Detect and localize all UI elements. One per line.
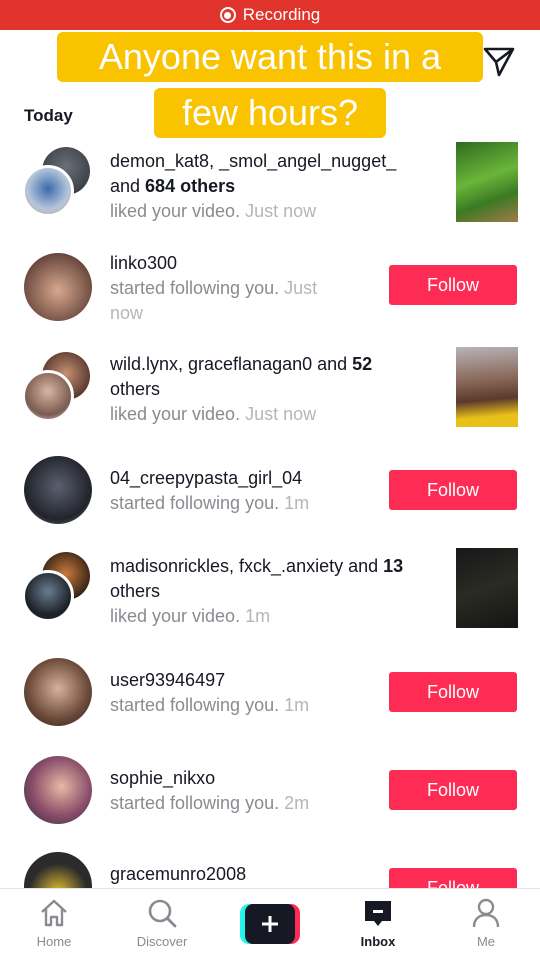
create-video-button[interactable] <box>240 904 300 944</box>
bottom-navigation: Home Discover Inbox Me <box>0 888 540 960</box>
list-item[interactable]: demon_kat8, _smol_angel_nugget_ and 684 … <box>0 142 540 232</box>
follow-button[interactable]: Follow <box>389 770 517 810</box>
timestamp: Just now <box>245 404 317 424</box>
search-icon <box>148 899 177 928</box>
follow-button[interactable]: Follow <box>389 868 517 888</box>
list-item[interactable]: madisonrickles, fxck_.anxiety and 13 oth… <box>0 548 540 638</box>
nav-inbox-label: Inbox <box>360 934 396 949</box>
avatar[interactable] <box>24 253 92 321</box>
list-item[interactable]: 04_creepypasta_girl_04 started following… <box>0 454 540 544</box>
video-thumbnail[interactable] <box>456 548 518 628</box>
notification-description: liked your video. <box>110 201 241 221</box>
nav-inbox[interactable]: Inbox <box>338 897 418 949</box>
avatar[interactable] <box>24 852 92 888</box>
notification-usernames[interactable]: 04_creepypasta_girl_04 <box>110 466 370 491</box>
caption-line-1: Anyone want this in a <box>0 32 540 82</box>
timestamp: Just now <box>245 201 317 221</box>
others-count: 684 others <box>145 176 236 196</box>
list-item[interactable]: linko300 started following you. Just now… <box>0 250 540 340</box>
follow-button[interactable]: Follow <box>389 265 517 305</box>
avatar[interactable] <box>24 658 92 726</box>
notification-usernames[interactable]: demon_kat8, _smol_angel_nugget_ <box>110 149 450 174</box>
timestamp: 2m <box>284 793 310 813</box>
video-thumbnail[interactable] <box>456 142 518 222</box>
others-count: 52 <box>352 354 373 374</box>
timestamp: 1m <box>284 695 310 715</box>
avatar-group[interactable] <box>22 552 94 624</box>
notification-usernames[interactable]: sophie_nikxo <box>110 766 370 791</box>
notification-description: liked your video. <box>110 606 241 626</box>
record-icon <box>219 7 236 23</box>
notification-usernames[interactable]: user93946497 <box>110 668 370 693</box>
list-item[interactable]: gracemunro2008 Follow <box>0 852 540 888</box>
plus-icon <box>262 916 278 932</box>
follow-button[interactable]: Follow <box>389 470 517 510</box>
nav-home[interactable]: Home <box>14 897 94 949</box>
avatar <box>22 165 74 217</box>
avatar[interactable] <box>24 456 92 524</box>
nav-me-label: Me <box>476 934 496 949</box>
notification-description: liked your video. <box>110 404 241 424</box>
home-icon <box>41 899 67 927</box>
list-item[interactable]: user93946497 started following you. 1m F… <box>0 656 540 746</box>
nav-home-label: Home <box>36 934 72 949</box>
inbox-icon <box>365 901 391 926</box>
timestamp: 1m <box>245 606 271 626</box>
profile-icon <box>472 898 500 928</box>
notification-usernames[interactable]: madisonrickles, fxck_.anxiety <box>110 556 343 576</box>
caption-line-2: few hours? <box>0 88 540 138</box>
timestamp: Just <box>284 278 318 298</box>
nav-discover[interactable]: Discover <box>122 897 202 949</box>
notification-usernames[interactable]: wild.lynx, graceflanagan0 <box>110 354 312 374</box>
follow-button[interactable]: Follow <box>389 672 517 712</box>
notification-description: started following you. <box>110 493 280 513</box>
notification-description: started following you. <box>110 793 280 813</box>
avatar <box>22 370 74 422</box>
nav-me[interactable]: Me <box>446 897 526 949</box>
notification-usernames[interactable]: linko300 <box>110 251 360 276</box>
notification-description: started following you. <box>110 695 280 715</box>
notification-usernames[interactable]: gracemunro2008 <box>110 862 370 887</box>
screen-recording-indicator[interactable]: Recording <box>0 0 540 30</box>
list-item[interactable]: sophie_nikxo started following you. 2m F… <box>0 754 540 844</box>
notification-description: started following you. <box>110 278 280 298</box>
avatar-group[interactable] <box>22 147 94 219</box>
list-item[interactable]: wild.lynx, graceflanagan0 and 52 others … <box>0 346 540 436</box>
nav-discover-label: Discover <box>136 934 188 949</box>
avatar[interactable] <box>24 756 92 824</box>
recording-label: Recording <box>242 5 321 24</box>
others-count: 13 <box>383 556 404 576</box>
avatar-group[interactable] <box>22 352 94 424</box>
timestamp: 1m <box>284 493 310 513</box>
video-thumbnail[interactable] <box>456 347 518 427</box>
avatar <box>22 570 74 622</box>
